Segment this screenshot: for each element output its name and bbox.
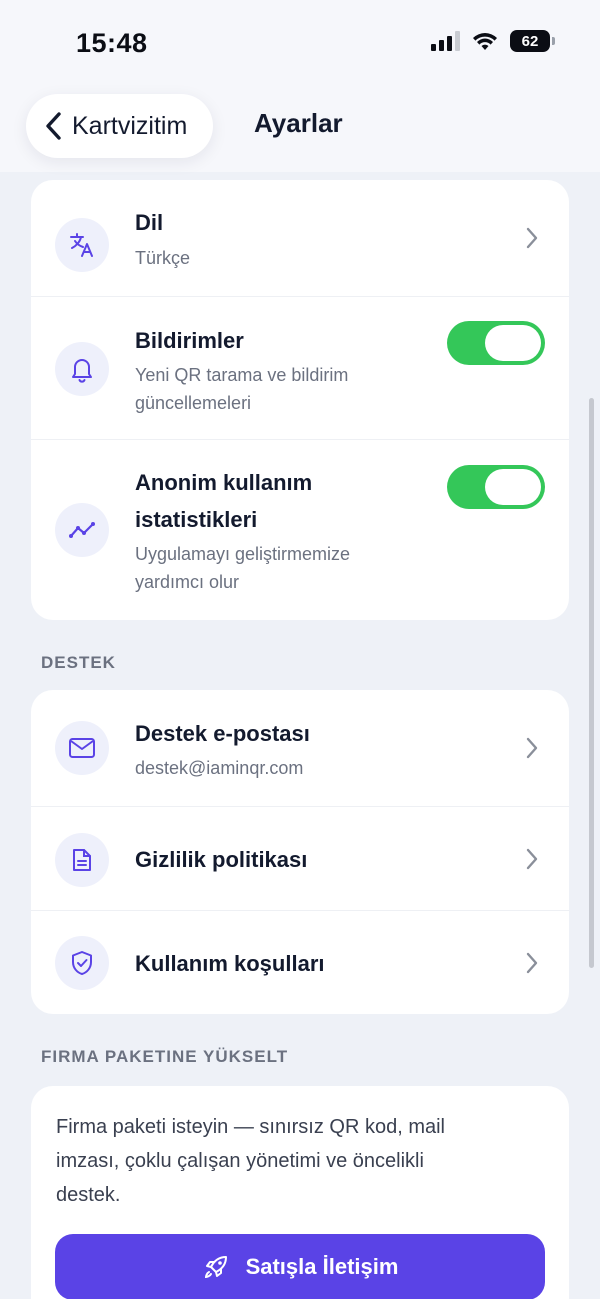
upgrade-description-line-1: Firma paketi isteyin — sınırsız QR kod, …	[56, 1116, 445, 1138]
wifi-icon	[473, 33, 497, 50]
analytics-subtitle-line-2: yardımcı olur	[135, 572, 240, 592]
notifications-subtitle-line-2: güncellemeleri	[135, 393, 252, 413]
cellular-signal-icon	[431, 31, 460, 51]
support-card: Destek e-postası destek@iaminqr.com Gizl…	[31, 690, 569, 1014]
mail-icon	[69, 738, 95, 758]
analytics-subtitle-line-1: Uygulamayı geliştirmemize	[135, 544, 351, 564]
page-title: Ayarlar	[254, 108, 343, 138]
chevron-right-icon	[526, 848, 538, 870]
settings-row-language[interactable]: Dil Türkçe	[31, 180, 569, 296]
analytics-toggle[interactable]	[447, 465, 545, 509]
settings-row-notifications: Bildirimler Yeni QR tarama ve bildirim g…	[31, 296, 569, 439]
upgrade-description-line-2: imzası, çoklu çalışan yönetimi ve önceli…	[56, 1150, 424, 1172]
status-indicators: 62	[431, 30, 555, 52]
upgrade-card: Firma paketi isteyin — sınırsız QR kod, …	[31, 1086, 569, 1299]
contact-sales-label: Satışla İletişim	[245, 1254, 399, 1279]
toggle-knob	[485, 469, 541, 505]
notifications-icon-badge	[55, 342, 109, 396]
battery-level: 62	[521, 32, 539, 50]
status-bar: 15:48 62	[0, 0, 600, 88]
support-row-email[interactable]: Destek e-postası destek@iaminqr.com	[31, 690, 569, 806]
scrollbar[interactable]	[589, 398, 594, 968]
support-section-label: DESTEK	[41, 653, 116, 672]
notifications-title: Bildirimler	[135, 328, 244, 353]
translate-icon	[70, 233, 93, 257]
chevron-right-icon	[526, 737, 538, 759]
document-icon	[73, 849, 91, 871]
shield-check-icon	[72, 951, 92, 975]
email-icon-badge	[55, 721, 109, 775]
upgrade-description-line-3: destek.	[56, 1184, 121, 1206]
rocket-icon	[204, 1256, 227, 1279]
analytics-icon-badge	[55, 503, 109, 557]
analytics-title-line-2: istatistikleri	[135, 507, 258, 532]
privacy-title: Gizlilik politikası	[135, 847, 308, 872]
privacy-icon-badge	[55, 833, 109, 887]
notifications-toggle[interactable]	[447, 321, 545, 365]
chevron-left-icon	[46, 112, 61, 140]
chevron-right-icon	[526, 227, 538, 249]
language-title: Dil	[135, 210, 164, 235]
notifications-subtitle-line-1: Yeni QR tarama ve bildirim	[135, 365, 349, 385]
terms-icon-badge	[55, 936, 109, 990]
language-value: Türkçe	[135, 248, 191, 268]
nav-header: Kartvizitim Ayarlar	[0, 88, 600, 172]
toggle-knob	[485, 325, 541, 361]
support-row-terms[interactable]: Kullanım koşulları	[31, 910, 569, 1014]
support-email-value: destek@iaminqr.com	[135, 758, 304, 778]
back-button-label: Kartvizitim	[72, 111, 188, 140]
terms-title: Kullanım koşulları	[135, 951, 325, 976]
back-button[interactable]: Kartvizitim	[26, 94, 214, 158]
battery-icon: 62	[510, 30, 555, 52]
language-icon-badge	[55, 218, 109, 272]
support-email-title: Destek e-postası	[135, 721, 310, 746]
analytics-title-line-1: Anonim kullanım	[135, 470, 313, 495]
general-settings-card: Dil Türkçe Bildirimler Yeni QR tarama ve…	[31, 180, 569, 620]
upgrade-section-label: FIRMA PAKETINE YÜKSELT	[41, 1047, 289, 1066]
trend-line-icon	[69, 522, 95, 538]
status-time: 15:48	[76, 28, 148, 58]
support-row-privacy[interactable]: Gizlilik politikası	[31, 806, 569, 910]
bell-icon	[72, 359, 92, 383]
chevron-right-icon	[526, 952, 538, 974]
settings-row-analytics: Anonim kullanım istatistikleri Uygulamay…	[31, 439, 569, 620]
contact-sales-button[interactable]: Satışla İletişim	[55, 1234, 545, 1299]
upgrade-description: Firma paketi isteyin — sınırsız QR kod, …	[56, 1110, 536, 1212]
